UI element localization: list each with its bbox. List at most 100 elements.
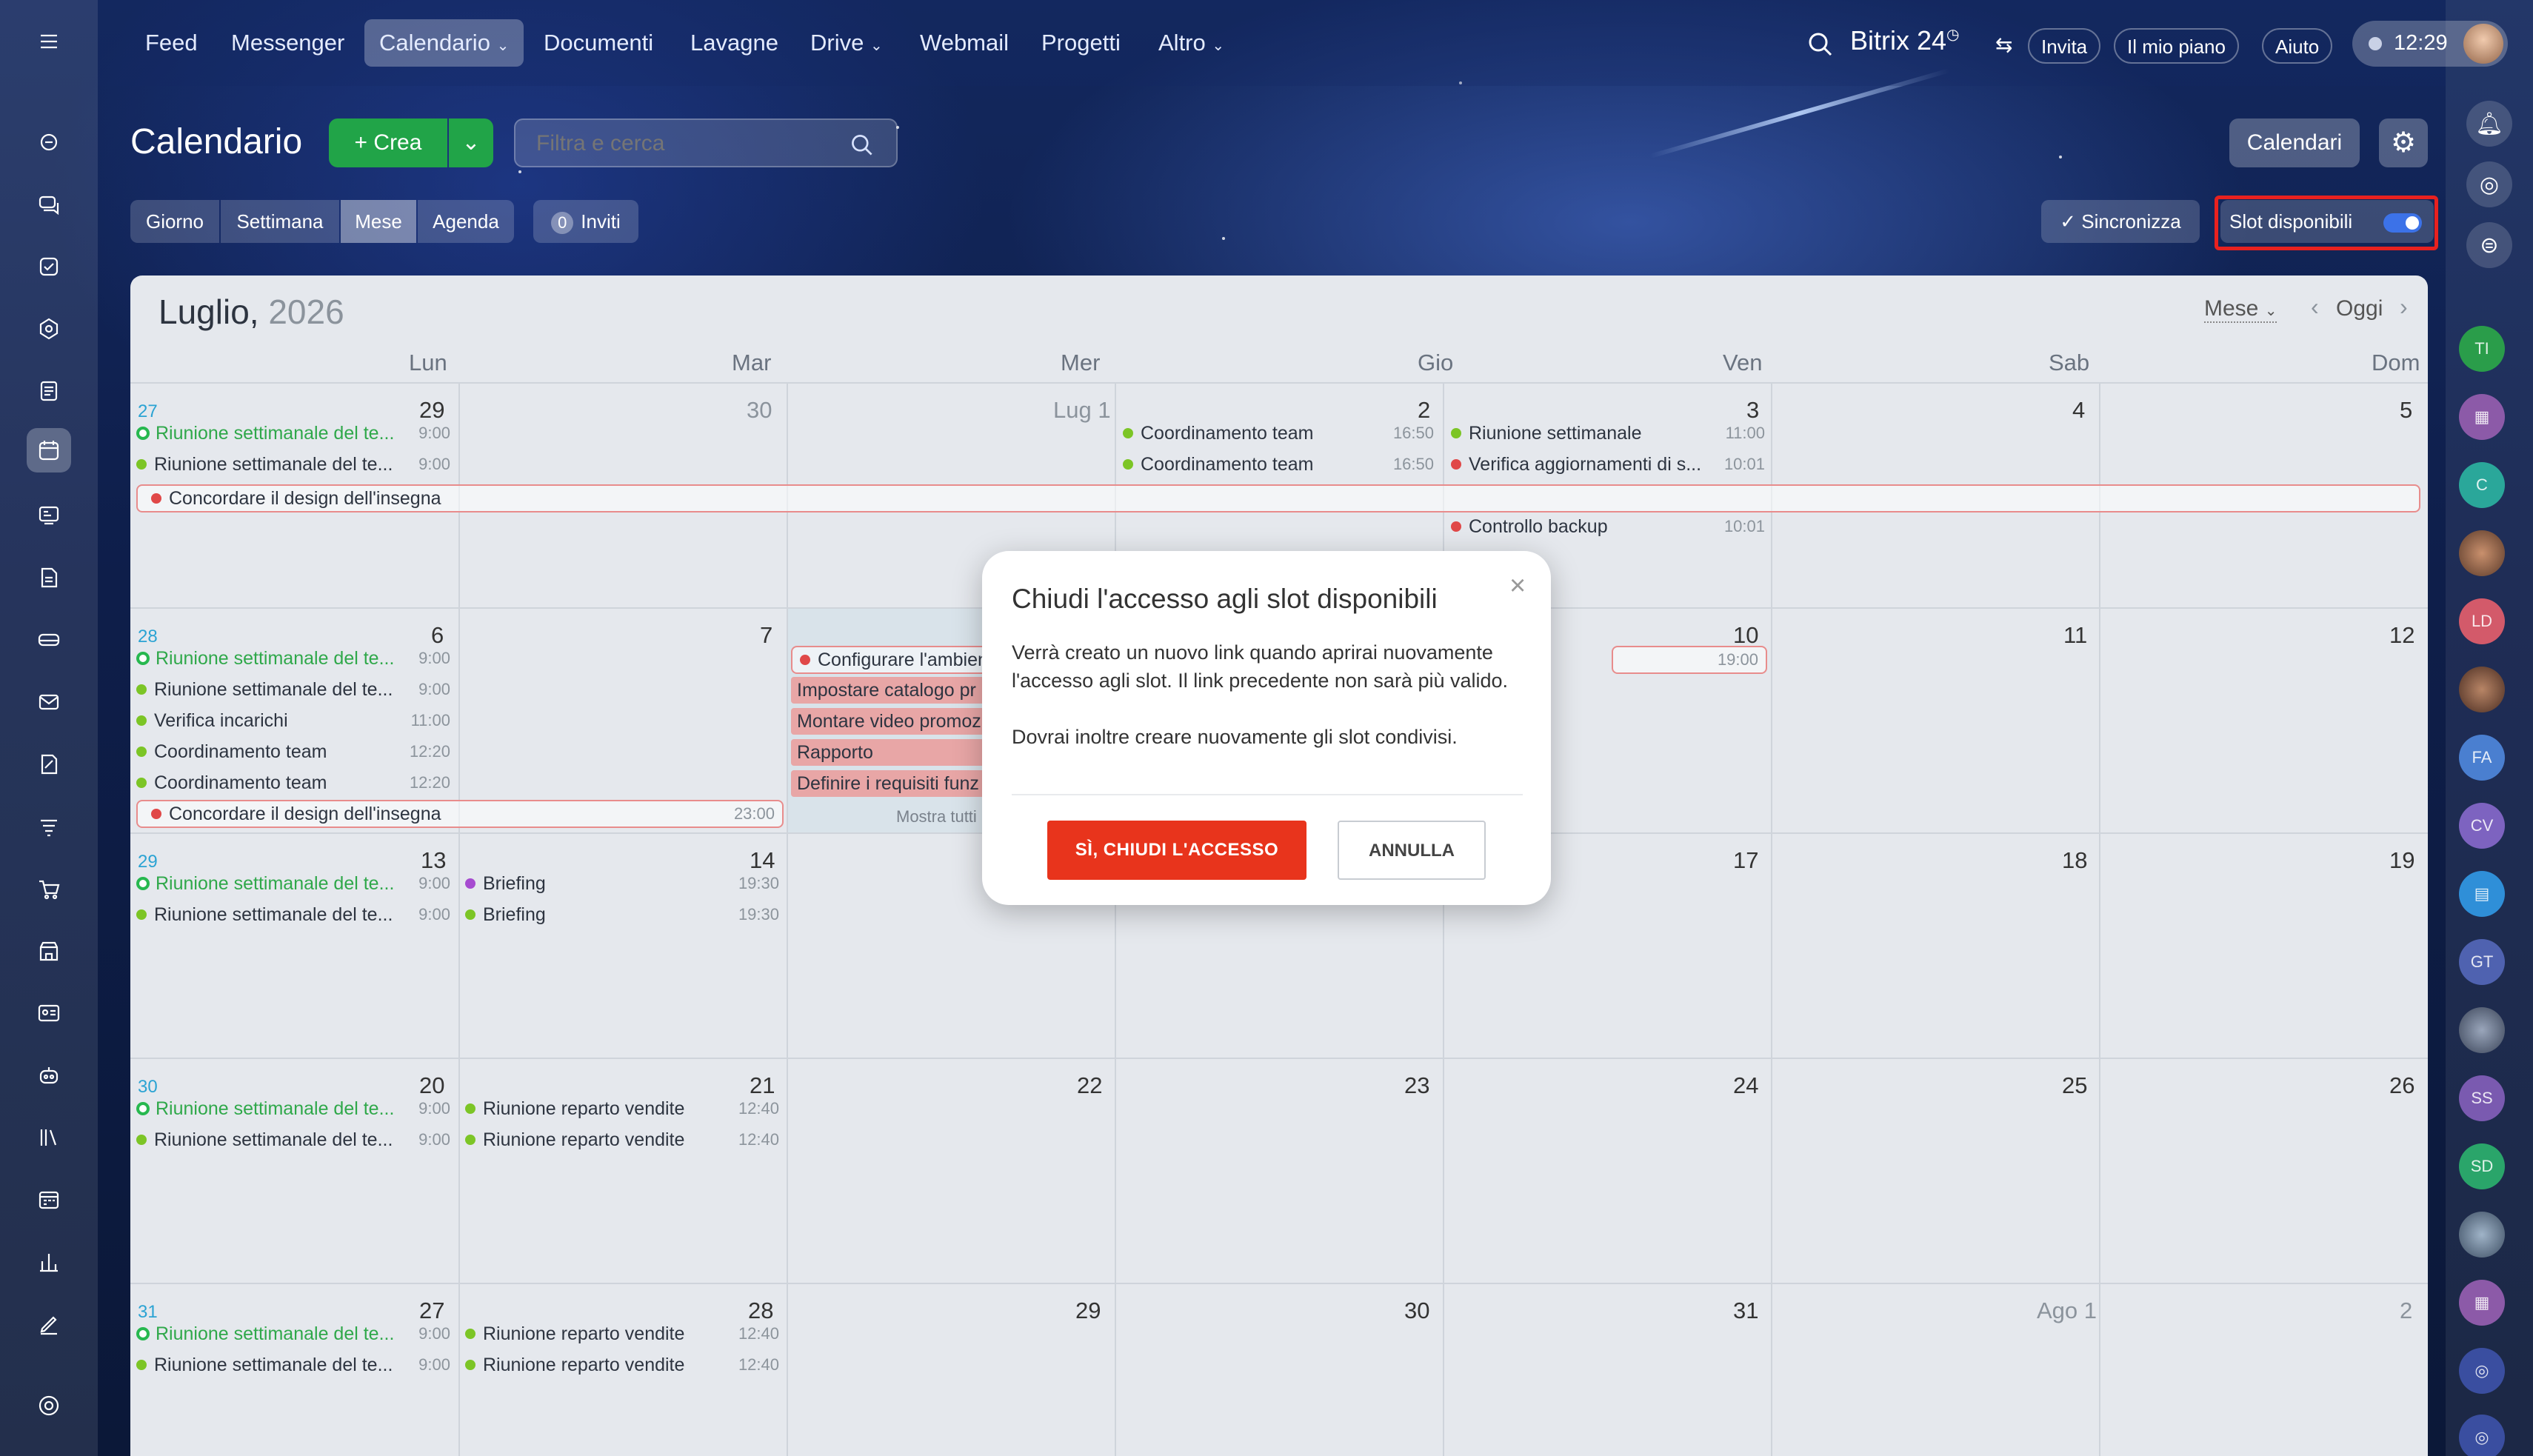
cancel-button[interactable]: ANNULLA: [1338, 821, 1486, 880]
event-item[interactable]: Coordinamento team 12:20: [136, 739, 450, 764]
day-number[interactable]: 2: [1418, 397, 1430, 424]
tab-settimana[interactable]: Settimana: [221, 200, 339, 243]
drive-icon[interactable]: [27, 618, 71, 662]
day-number[interactable]: 30: [1404, 1298, 1429, 1324]
calendar-avatar-icon[interactable]: ▦: [2459, 1280, 2505, 1326]
file-icon[interactable]: [27, 555, 71, 600]
day-number[interactable]: 12: [2389, 622, 2414, 649]
settings-icon[interactable]: [27, 1383, 71, 1428]
multi-day-event[interactable]: Concordare il design dell'insegna: [136, 484, 2420, 512]
next-arrow-icon[interactable]: ›: [2400, 293, 2408, 321]
bot-icon[interactable]: [27, 1053, 71, 1098]
create-menu-chevron-icon[interactable]: ⌄: [449, 118, 493, 167]
day-number[interactable]: 23: [1404, 1072, 1429, 1099]
event-item[interactable]: Riunione settimanale 11:00: [1451, 421, 1765, 446]
event-item[interactable]: Riunione settimanale del te... 9:00: [136, 902, 450, 927]
copilot-icon[interactable]: ◎: [2466, 161, 2512, 207]
close-icon[interactable]: ×: [1509, 570, 1526, 602]
tab-agenda[interactable]: Agenda: [418, 200, 514, 243]
nav-drive[interactable]: Drive ⌄: [810, 27, 883, 59]
day-number[interactable]: 6: [431, 622, 444, 649]
event-item[interactable]: Riunione reparto vendite 12:40: [465, 1352, 779, 1377]
event-item[interactable]: Coordinamento team 16:50: [1123, 452, 1434, 477]
my-plan-button[interactable]: Il mio piano: [2114, 28, 2239, 64]
chat-icon[interactable]: [27, 182, 71, 227]
day-number[interactable]: Lug 1: [1053, 397, 1111, 424]
day-number[interactable]: 25: [2062, 1072, 2087, 1099]
day-number[interactable]: 7: [760, 622, 772, 649]
day-number[interactable]: 10: [1733, 622, 1758, 649]
event-item[interactable]: Riunione settimanale del te... 9:00: [136, 1321, 450, 1346]
event-item[interactable]: Riunione reparto vendite 12:40: [465, 1321, 779, 1346]
mail-icon[interactable]: [27, 680, 71, 724]
tasks-icon[interactable]: [27, 244, 71, 289]
confirm-close-access-button[interactable]: SÌ, CHIUDI L'ACCESSO: [1047, 821, 1306, 880]
day-number[interactable]: 11: [2063, 622, 2087, 649]
event-item[interactable]: Riunione settimanale del te... 9:00: [136, 677, 450, 702]
week-number[interactable]: 27: [138, 401, 158, 422]
library-icon[interactable]: [27, 1115, 71, 1160]
week-number[interactable]: 30: [138, 1077, 158, 1098]
week-number[interactable]: 31: [138, 1302, 158, 1323]
avatar-cv[interactable]: CV: [2459, 803, 2505, 849]
contacts-icon[interactable]: [27, 991, 71, 1035]
event-item[interactable]: Riunione settimanale del te... 9:00: [136, 1127, 450, 1152]
boards-icon[interactable]: [27, 493, 71, 538]
help-button[interactable]: Aiuto: [2262, 28, 2333, 64]
week-number[interactable]: 29: [138, 852, 158, 872]
nav-documenti[interactable]: Documenti: [544, 27, 653, 59]
nav-feed[interactable]: Feed: [145, 27, 198, 59]
event-item[interactable]: Briefing 19:30: [465, 902, 779, 927]
prev-arrow-icon[interactable]: ‹: [2311, 293, 2319, 321]
event-item[interactable]: Riunione reparto vendite 12:40: [465, 1127, 779, 1152]
avatar-c[interactable]: C: [2459, 462, 2505, 508]
event-item[interactable]: Riunione settimanale del te... 9:00: [136, 452, 450, 477]
automation-icon[interactable]: [27, 804, 71, 849]
day-number[interactable]: 4: [2072, 397, 2085, 424]
invites-button[interactable]: 0 Inviti: [533, 200, 638, 243]
nav-lavagne[interactable]: Lavagne: [690, 27, 778, 59]
avatar-photo[interactable]: [2459, 667, 2505, 712]
sync-button[interactable]: ✓ Sincronizza: [2041, 200, 2200, 243]
event-item[interactable]: Coordinamento team 16:50: [1123, 421, 1434, 446]
nav-messenger[interactable]: Messenger: [231, 27, 344, 59]
nav-webmail[interactable]: Webmail: [920, 27, 1009, 59]
schedule-icon[interactable]: [27, 1178, 71, 1222]
search-input[interactable]: [536, 129, 832, 158]
event-item[interactable]: Controllo backup 10:01: [1451, 514, 1765, 539]
day-number[interactable]: 24: [1733, 1072, 1758, 1099]
avatar-ti[interactable]: TI: [2459, 326, 2505, 372]
event-item[interactable]: Riunione reparto vendite 12:40: [465, 1096, 779, 1121]
documents-icon[interactable]: [27, 369, 71, 413]
day-number[interactable]: 22: [1077, 1072, 1102, 1099]
invite-button[interactable]: Invita: [2028, 28, 2101, 64]
multi-day-event[interactable]: Concordare il design dell'insegna 23:00: [136, 800, 784, 828]
avatar-ld[interactable]: LD: [2459, 598, 2505, 644]
week-number[interactable]: 28: [138, 627, 158, 647]
avatar-fa[interactable]: FA: [2459, 735, 2505, 781]
cart-icon[interactable]: [27, 866, 71, 911]
calendars-button[interactable]: Calendari: [2229, 118, 2360, 167]
avatar-photo[interactable]: [2459, 1007, 2505, 1053]
avatar-ss[interactable]: SS: [2459, 1075, 2505, 1121]
view-select[interactable]: Mese ⌄: [2204, 296, 2277, 323]
event-item[interactable]: Riunione settimanale del te... 9:00: [136, 1352, 450, 1377]
avatar-photo[interactable]: [2459, 1212, 2505, 1258]
event-item[interactable]: Riunione settimanale del te... 9:00: [136, 421, 450, 446]
event-item[interactable]: Coordinamento team 12:20: [136, 770, 450, 795]
search-icon[interactable]: [849, 132, 875, 158]
avatar-gt[interactable]: GT: [2459, 939, 2505, 985]
day-number[interactable]: 27: [419, 1298, 444, 1324]
nav-altro[interactable]: Altro ⌄: [1158, 27, 1224, 59]
calendar-icon[interactable]: [27, 428, 71, 472]
day-number[interactable]: 30: [747, 397, 772, 424]
show-all-link[interactable]: Mostra tutti: [896, 807, 977, 826]
day-number[interactable]: 2: [2400, 1298, 2412, 1324]
tab-mese[interactable]: Mese: [341, 200, 416, 243]
event-item[interactable]: Verifica aggiornamenti di s... 10:01: [1451, 452, 1765, 477]
nav-progetti[interactable]: Progetti: [1041, 27, 1121, 59]
brand-logo[interactable]: Bitrix 24◷: [1803, 25, 1960, 56]
copilot-avatar-icon[interactable]: ◎: [2459, 1348, 2505, 1394]
today-button[interactable]: Oggi: [2336, 296, 2383, 321]
menu-icon[interactable]: [27, 19, 71, 64]
